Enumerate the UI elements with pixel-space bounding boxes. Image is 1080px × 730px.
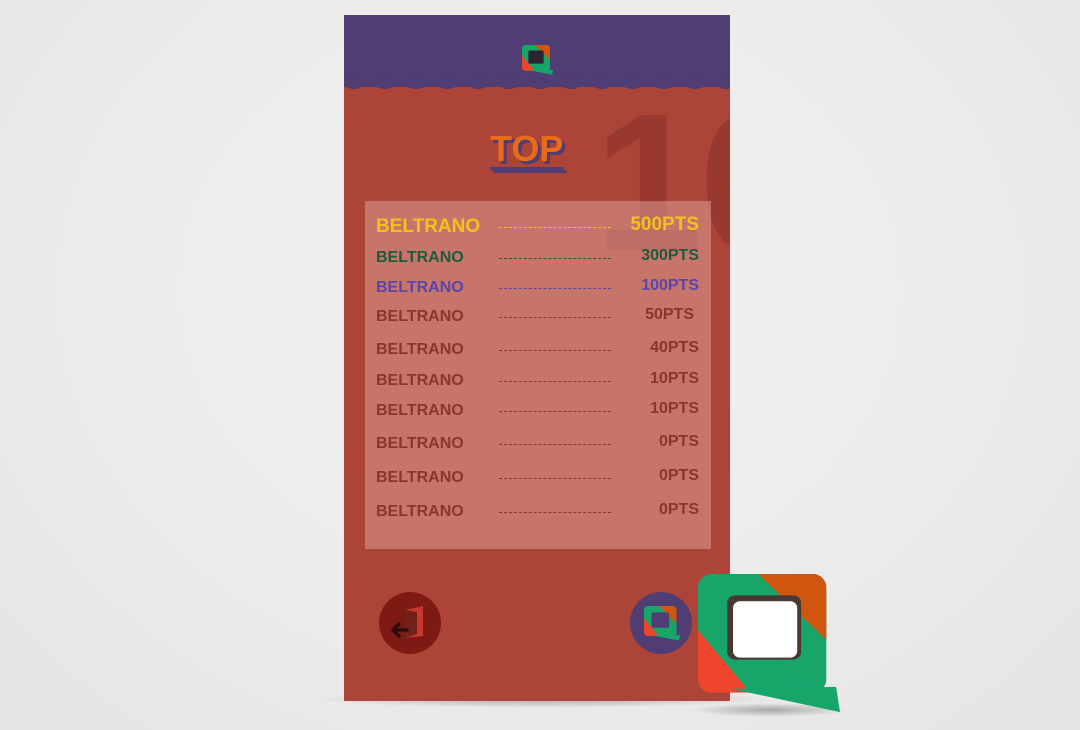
phone-screen: 10 TOP BELTRANO500PTSBELTRANO300PTSBELTR… <box>344 15 730 701</box>
player-name: BELTRANO <box>376 402 464 419</box>
chat-bubble-logo-icon <box>644 606 680 641</box>
player-points: 40PTS <box>650 339 699 356</box>
leaderboard-row: BELTRANO 0PTS <box>365 466 711 490</box>
leaderboard-row: BELTRANO 40PTS <box>365 338 711 362</box>
page-title: TOP <box>490 128 564 169</box>
app-logo-button[interactable] <box>630 592 692 654</box>
player-name: BELTRANO <box>376 216 481 237</box>
leaderboard-row: BELTRANO 0PTS <box>365 500 711 524</box>
player-name: BELTRANO <box>376 279 464 296</box>
player-name: BELTRANO <box>376 469 464 486</box>
player-points: 100PTS <box>641 277 699 294</box>
row-dotted-leader <box>499 317 611 318</box>
exit-button[interactable] <box>379 592 441 654</box>
leaderboard-row: BELTRANO 300PTS <box>365 246 711 270</box>
row-dotted-leader <box>499 350 611 351</box>
player-points: 0PTS <box>658 467 699 484</box>
player-points: 300PTS <box>641 247 699 264</box>
player-name: BELTRANO <box>376 308 464 325</box>
player-points: 0PTS <box>658 501 699 518</box>
player-points: 500PTS <box>630 214 699 235</box>
player-name: BELTRANO <box>376 249 464 266</box>
leaderboard-row: BELTRANO 50PTS <box>365 305 711 329</box>
row-dotted-leader <box>499 512 611 513</box>
row-dotted-leader <box>499 227 611 228</box>
row-dotted-leader <box>499 288 611 289</box>
leaderboard-panel: BELTRANO 500PTS BELTRANO 300PTS BELTRANO 100P… <box>365 201 711 549</box>
leaderboard-row: BELTRANO 10PTS <box>365 399 711 423</box>
leaderboard-row: BELTRANO 10PTS <box>365 369 711 393</box>
player-points: 0PTS <box>658 433 699 450</box>
row-dotted-leader <box>499 381 611 382</box>
player-name: BELTRANO <box>376 435 464 452</box>
player-name: BELTRANO <box>376 341 464 358</box>
leaderboard-row: BELTRANO 500PTS <box>365 214 711 239</box>
player-points: 50PTS <box>645 306 694 323</box>
player-points: 10PTS <box>650 370 699 387</box>
leaderboard-row: BELTRANO 100PTS <box>365 276 711 300</box>
leaderboard-row: BELTRANO 0PTS <box>365 432 711 456</box>
brand-logo-icon <box>698 574 840 713</box>
row-dotted-leader <box>499 411 611 412</box>
player-points: 10PTS <box>650 400 699 417</box>
exit-door-icon <box>391 606 423 638</box>
row-dotted-leader <box>499 444 611 445</box>
player-name: BELTRANO <box>376 372 464 389</box>
header-logo-icon <box>522 45 553 75</box>
row-dotted-leader <box>499 478 611 479</box>
row-dotted-leader <box>499 258 611 259</box>
player-name: BELTRANO <box>376 503 464 520</box>
